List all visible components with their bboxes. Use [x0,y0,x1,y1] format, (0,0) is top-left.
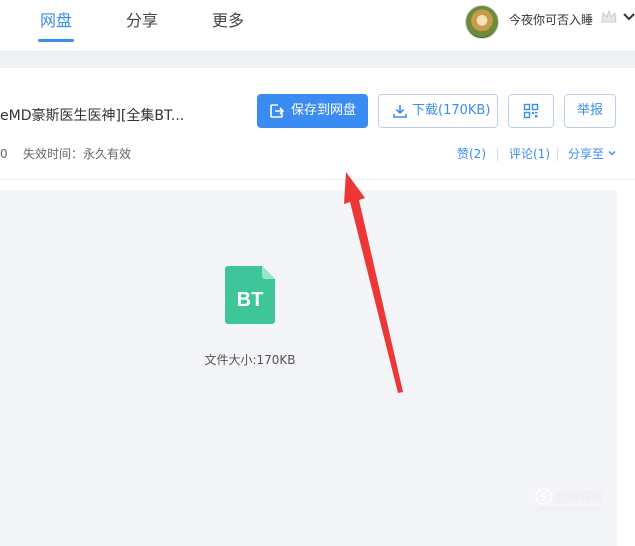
share-to-link[interactable]: 分享至 [568,146,616,162]
file-title: eMD豪斯医生医神][全集BT... [0,108,185,124]
download-button[interactable]: 下载(170KB) [378,94,498,128]
avatar[interactable] [465,5,499,39]
report-label: 举报 [577,103,604,118]
username[interactable]: 今夜你可否入睡 [509,12,593,28]
divider [0,179,635,180]
bt-file-icon: BT [225,266,275,324]
chevron-down-icon [608,150,616,156]
tab-share[interactable]: 分享 [126,10,158,32]
share-count: 0 [0,147,8,161]
save-export-icon [270,104,285,118]
tab-netdisk[interactable]: 网盘 [40,10,72,32]
download-icon [393,105,407,118]
top-nav-bar: 网盘 分享 更多 今夜你可否入睡 [0,0,635,52]
vip-crown-icon [601,9,617,23]
download-label: 下载(170KB) [412,103,491,118]
watermark-text: 搜狗指南 [555,490,604,504]
sogou-logo-icon [535,488,552,505]
share-to-label: 分享至 [568,147,605,161]
report-button[interactable]: 举报 [564,94,616,128]
save-to-netdisk-label: 保存到网盘 [291,103,357,118]
separator [557,148,558,161]
tab-more[interactable]: 更多 [212,10,244,32]
watermark: 搜狗指南 zhinan.sogou.com [535,488,613,516]
file-type-label: BT [237,289,264,311]
qr-code-button[interactable] [508,94,554,128]
like-link[interactable]: 赞(2) [457,146,486,162]
qr-code-icon [523,103,539,119]
expiry-text: 失效时间：永久有效 [23,147,132,161]
share-file-panel: eMD豪斯医生医神][全集BT... 保存到网盘 下载(170KB) 举报 0 [0,68,635,546]
watermark-url: zhinan.sogou.com [535,505,599,513]
save-to-netdisk-button[interactable]: 保存到网盘 [257,94,368,128]
chevron-down-icon[interactable] [623,12,635,22]
file-preview-area: BT 文件大小:170KB 搜狗指南 zhinan.sogou.com [0,190,617,546]
separator [497,148,498,161]
comment-link[interactable]: 评论(1) [509,146,550,162]
file-size-label: 文件大小:170KB [204,353,296,367]
active-tab-indicator [38,39,74,42]
